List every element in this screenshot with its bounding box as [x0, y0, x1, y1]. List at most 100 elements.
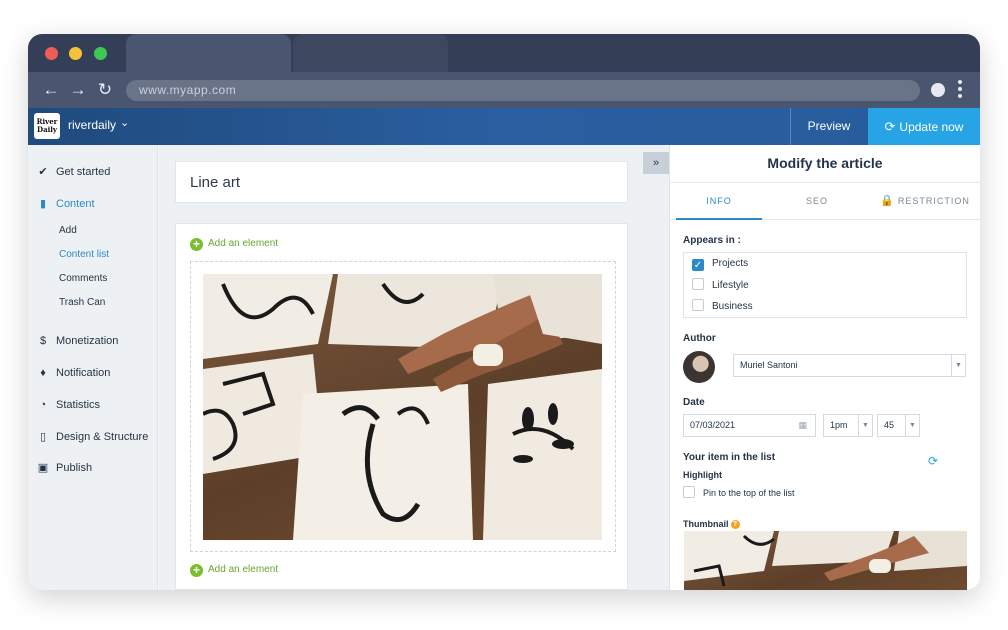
- thumbnail-label-text: Thumbnail: [683, 519, 729, 529]
- sidebar-item-publish[interactable]: ▣ Publish: [37, 461, 92, 474]
- caret-down-icon: ▼: [858, 415, 872, 436]
- category-business[interactable]: Business: [692, 299, 753, 312]
- browser-window: ← → ↻ www.myapp.com River Daily riverdail…: [28, 34, 980, 590]
- author-label: Author: [683, 333, 716, 344]
- tab-restriction[interactable]: 🔒 RESTRICTION: [872, 183, 978, 220]
- add-element-button-bottom[interactable]: + Add an element: [190, 564, 278, 577]
- article-settings-panel: Modify the article INFO SEO 🔒 RESTRICTION…: [669, 145, 980, 590]
- sidebar-item-label: Design & Structure: [56, 431, 149, 443]
- sidebar-item-label: Get started: [56, 166, 111, 178]
- category-lifestyle[interactable]: Lifestyle: [692, 278, 749, 291]
- appears-in-label: Appears in :: [683, 235, 741, 246]
- appears-in-box: ✓ Projects Lifestyle Business: [683, 252, 967, 318]
- minimize-window-button[interactable]: [69, 47, 82, 60]
- highlight-label: Highlight: [683, 470, 722, 480]
- category-projects[interactable]: ✓ Projects: [692, 258, 748, 271]
- lock-icon: 🔒: [880, 195, 894, 207]
- app-header: River Daily riverdaily ⌄ Preview ⟳ Update …: [28, 108, 980, 145]
- tab-info[interactable]: INFO: [676, 183, 762, 220]
- dollar-icon: $: [39, 335, 47, 347]
- author-select[interactable]: Muriel Santoni ▼: [733, 354, 966, 377]
- tab-seo[interactable]: SEO: [774, 183, 860, 220]
- sidebar-item-get-started[interactable]: ✔ Get started: [37, 165, 110, 178]
- pin-label: Pin to the top of the list: [703, 488, 795, 498]
- checkbox-icon[interactable]: [683, 486, 695, 498]
- sidebar-sub-trash-can[interactable]: Trash Can: [59, 297, 105, 308]
- sidebar-item-label: Content: [56, 198, 95, 210]
- sidebar-item-label: Publish: [56, 462, 93, 474]
- article-image: [203, 274, 602, 540]
- site-name[interactable]: riverdaily: [68, 118, 116, 132]
- add-element-button-top[interactable]: + Add an element: [190, 238, 278, 251]
- date-label: Date: [683, 397, 705, 408]
- forward-arrow-icon[interactable]: →: [69, 80, 87, 100]
- category-label: Lifestyle: [712, 280, 749, 291]
- back-arrow-icon[interactable]: ←: [42, 80, 60, 100]
- update-now-button[interactable]: ⟳ Update now: [868, 108, 980, 145]
- browser-tab-active[interactable]: [126, 34, 291, 72]
- tab-restriction-label: RESTRICTION: [897, 196, 970, 206]
- refresh-date-icon[interactable]: ⟳: [928, 454, 938, 468]
- sidebar-item-statistics[interactable]: ◔ Statistics: [37, 399, 100, 411]
- article-title-input[interactable]: Line art: [175, 161, 628, 203]
- reload-icon[interactable]: ↻: [96, 80, 114, 100]
- sync-icon: ⟳: [884, 119, 896, 134]
- document-icon: ▮: [39, 198, 47, 210]
- checkbox-icon[interactable]: [692, 278, 704, 290]
- sidebar-item-content[interactable]: ▮ Content: [37, 197, 95, 210]
- browser-menu-icon[interactable]: [957, 80, 963, 100]
- category-label: Projects: [712, 258, 749, 269]
- category-label: Business: [712, 301, 753, 312]
- check-circle-icon: ✔: [38, 166, 48, 178]
- profile-icon[interactable]: [931, 83, 945, 97]
- sidebar-item-design-structure[interactable]: ▯ Design & Structure: [37, 430, 148, 443]
- checkbox-icon[interactable]: [692, 299, 704, 311]
- store-icon: ▣: [37, 462, 49, 474]
- hour-value: 1pm: [830, 420, 848, 430]
- pie-chart-icon: ◔: [39, 399, 47, 411]
- sidebar-item-notification[interactable]: ♦ Notification: [37, 367, 110, 379]
- calendar-icon[interactable]: ▦: [798, 415, 807, 436]
- help-icon[interactable]: ?: [730, 520, 740, 529]
- maximize-window-button[interactable]: [94, 47, 107, 60]
- sidebar-item-monetization[interactable]: $ Monetization: [37, 335, 118, 347]
- author-avatar: [683, 351, 715, 383]
- hour-select[interactable]: 1pm ▼: [823, 414, 873, 437]
- list-label: Your item in the list: [683, 452, 776, 463]
- caret-down-icon: ▼: [951, 355, 965, 376]
- sidebar-sub-add[interactable]: Add: [59, 225, 77, 236]
- caret-down-icon: ▼: [905, 415, 919, 436]
- collapse-panel-button[interactable]: »: [643, 152, 669, 174]
- browser-navbar: ← → ↻ www.myapp.com: [28, 72, 980, 108]
- minute-select[interactable]: 45 ▼: [877, 414, 920, 437]
- browser-tabstrip: [28, 34, 980, 72]
- date-input[interactable]: 07/03/2021 ▦: [683, 414, 816, 437]
- sidebar-item-label: Notification: [56, 367, 111, 379]
- pin-to-top-option[interactable]: Pin to the top of the list: [683, 486, 795, 498]
- sidebar-item-label: Monetization: [56, 335, 119, 347]
- sidebar: ✔ Get started ▮ Content Add Content list C…: [28, 145, 158, 590]
- add-element-label: Add an element: [208, 564, 279, 575]
- browser-tab-inactive[interactable]: [293, 34, 448, 72]
- image-block[interactable]: [190, 261, 616, 552]
- panel-title: Modify the article: [767, 155, 883, 171]
- close-window-button[interactable]: [45, 47, 58, 60]
- add-element-label: Add an element: [208, 238, 279, 249]
- sidebar-sub-comments[interactable]: Comments: [59, 273, 107, 284]
- date-value: 07/03/2021: [690, 420, 736, 430]
- url-bar[interactable]: www.myapp.com: [126, 80, 920, 101]
- thumbnail-image[interactable]: [684, 531, 967, 590]
- chevron-down-icon[interactable]: ⌄: [120, 116, 129, 129]
- preview-button[interactable]: Preview: [790, 108, 867, 145]
- site-logo[interactable]: River Daily: [34, 113, 60, 139]
- sidebar-sub-content-list[interactable]: Content list: [59, 249, 109, 260]
- thumbnail-label: Thumbnail?: [683, 519, 740, 529]
- author-value: Muriel Santoni: [740, 360, 798, 370]
- editor-card: + Add an element + Add an element: [175, 223, 628, 590]
- update-now-label: Update now: [899, 120, 964, 134]
- plus-circle-icon: +: [190, 238, 203, 251]
- plus-circle-icon: +: [190, 564, 203, 577]
- editor-area: Line art + Add an element + Add an eleme…: [159, 145, 669, 590]
- panel-tabs: INFO SEO 🔒 RESTRICTION: [670, 182, 980, 220]
- checkbox-checked-icon[interactable]: ✓: [692, 259, 704, 271]
